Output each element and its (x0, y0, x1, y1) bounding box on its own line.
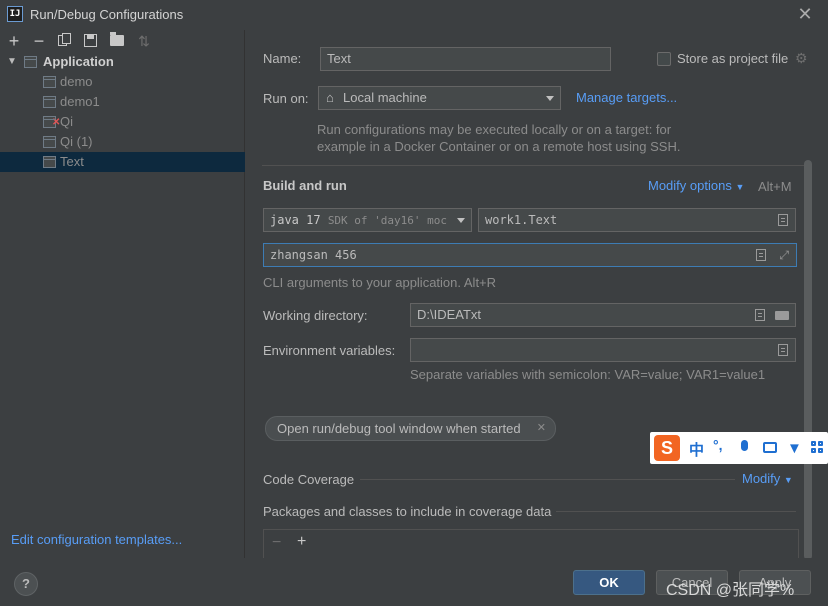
keyboard-icon[interactable] (763, 442, 777, 453)
modify-options-label: Modify options (648, 178, 732, 193)
environment-variables-input[interactable] (410, 338, 796, 362)
title-bar: IJ Run/Debug Configurations ✕ (0, 0, 828, 30)
coverage-modify-link[interactable]: Modify ▼ (742, 471, 793, 486)
code-coverage-label: Code Coverage (263, 472, 355, 487)
run-config-icon (43, 76, 56, 88)
ok-button[interactable]: OK (573, 570, 645, 595)
tree-item-demo1[interactable]: demo1 (0, 92, 245, 112)
tree-item-qi[interactable]: ✕ Qi (0, 112, 245, 132)
chevron-down-icon (457, 218, 465, 223)
window-title: Run/Debug Configurations (30, 7, 184, 22)
save-icon[interactable] (84, 34, 97, 47)
divider (556, 511, 796, 512)
edit-templates-link[interactable]: Edit configuration templates... (11, 532, 182, 547)
run-on-hint-line-1: Run configurations may be executed local… (317, 122, 672, 137)
remove-option-icon[interactable]: ✕ (537, 417, 546, 440)
folder-icon[interactable] (775, 311, 789, 320)
run-on-dropdown[interactable]: ⌂ Local machine (318, 86, 561, 110)
tree-item-label: Qi (60, 114, 73, 129)
build-and-run-heading: Build and run (263, 178, 347, 193)
modify-options-shortcut: Alt+M (758, 179, 792, 194)
ime-toolbar[interactable]: S 中 °, ▼ (650, 432, 828, 464)
main-class-value: work1.Text (485, 213, 558, 227)
toolbox-grid-icon[interactable] (811, 441, 824, 454)
sort-icon[interactable]: ⇅ (136, 33, 152, 49)
add-icon[interactable]: + (6, 32, 22, 50)
working-directory-input[interactable]: D:\IDEATxt (410, 303, 796, 327)
sdk-dropdown[interactable]: java 17 SDK of 'day16' moc (263, 208, 472, 232)
chevron-down-icon (546, 96, 554, 101)
tree-item-label: demo1 (60, 94, 100, 109)
chevron-down-icon[interactable]: ▼ (7, 52, 17, 72)
tree-item-demo[interactable]: demo (0, 72, 245, 92)
tree-item-text[interactable]: Text (0, 152, 245, 172)
name-label: Name: (263, 51, 302, 66)
tree-item-label: Qi (1) (60, 134, 93, 149)
home-icon: ⌂ (326, 90, 334, 105)
expand-icon[interactable]: ⤢ (779, 244, 789, 266)
store-as-project-label: Store as project file (677, 51, 789, 66)
csdn-watermark: CSDN @张同学% (666, 582, 795, 599)
tree-root-label: Application (43, 54, 114, 69)
open-tool-window-label: Open run/debug tool window when started (277, 421, 521, 436)
insert-macro-icon[interactable] (756, 249, 766, 261)
sogou-logo: S (654, 435, 680, 461)
working-directory-value: D:\IDEATxt (417, 307, 482, 322)
run-config-error-icon: ✕ (43, 116, 60, 128)
sdk-value: java 17 (270, 213, 321, 227)
open-tool-window-option[interactable]: Open run/debug tool window when started … (265, 416, 556, 441)
browse-class-icon[interactable] (778, 214, 788, 226)
microphone-icon[interactable] (741, 440, 748, 451)
tree-item-application[interactable]: ▼ Application (0, 52, 245, 72)
packages-coverage-label: Packages and classes to include in cover… (263, 504, 552, 519)
help-button[interactable]: ? (14, 572, 38, 596)
divider (262, 165, 804, 166)
environment-variables-hint: Separate variables with semicolon: VAR=v… (410, 367, 766, 382)
cli-arguments-hint: CLI arguments to your application. Alt+R (263, 275, 497, 290)
tree-item-qi-1[interactable]: Qi (1) (0, 132, 245, 152)
remove-icon[interactable]: − (272, 534, 281, 552)
run-on-hint-line-2: example in a Docker Container or on a re… (317, 139, 681, 154)
program-arguments-value: zhangsan 456 (270, 248, 357, 262)
copy-icon[interactable] (58, 33, 72, 47)
folder-add-icon[interactable] (110, 32, 124, 46)
coverage-modify-label: Modify (742, 471, 781, 486)
store-as-project-checkbox[interactable] (657, 52, 671, 66)
gear-icon[interactable]: ⚙ (795, 50, 808, 67)
program-arguments-input[interactable]: zhangsan 456 ⤢ (263, 243, 797, 267)
chevron-down-icon: ▼ (783, 475, 793, 485)
intellij-app-icon: IJ (7, 6, 23, 22)
run-config-icon (43, 156, 56, 168)
edit-env-icon[interactable] (778, 344, 788, 356)
coverage-packages-table[interactable]: − + (263, 529, 799, 558)
form-scrollbar[interactable] (804, 160, 812, 560)
chinese-mode-icon[interactable]: 中 (689, 439, 704, 460)
punctuation-icon[interactable]: °, (713, 437, 723, 453)
add-icon[interactable]: + (297, 533, 306, 551)
skin-icon[interactable]: ▼ (787, 440, 802, 457)
close-icon[interactable]: ✕ (796, 3, 814, 25)
name-input[interactable]: Text (320, 47, 611, 71)
divider (360, 479, 735, 480)
chevron-down-icon: ▼ (735, 182, 745, 192)
tree-item-label: Text (60, 154, 84, 169)
application-icon (24, 56, 37, 68)
insert-macro-icon[interactable] (755, 309, 765, 321)
run-config-icon (43, 136, 56, 148)
modify-options-link[interactable]: Modify options ▼ (648, 178, 744, 193)
run-on-value: Local machine (343, 90, 427, 105)
manage-targets-link[interactable]: Manage targets... (576, 90, 677, 105)
sdk-detail: SDK of 'day16' moc (327, 214, 448, 227)
run-on-label: Run on: (263, 91, 309, 106)
remove-icon[interactable]: − (31, 32, 47, 50)
environment-variables-label: Environment variables: (263, 343, 396, 358)
working-directory-label: Working directory: (263, 308, 368, 323)
tree-item-label: demo (60, 74, 93, 89)
run-config-icon (43, 96, 56, 108)
main-class-input[interactable]: work1.Text (478, 208, 796, 232)
